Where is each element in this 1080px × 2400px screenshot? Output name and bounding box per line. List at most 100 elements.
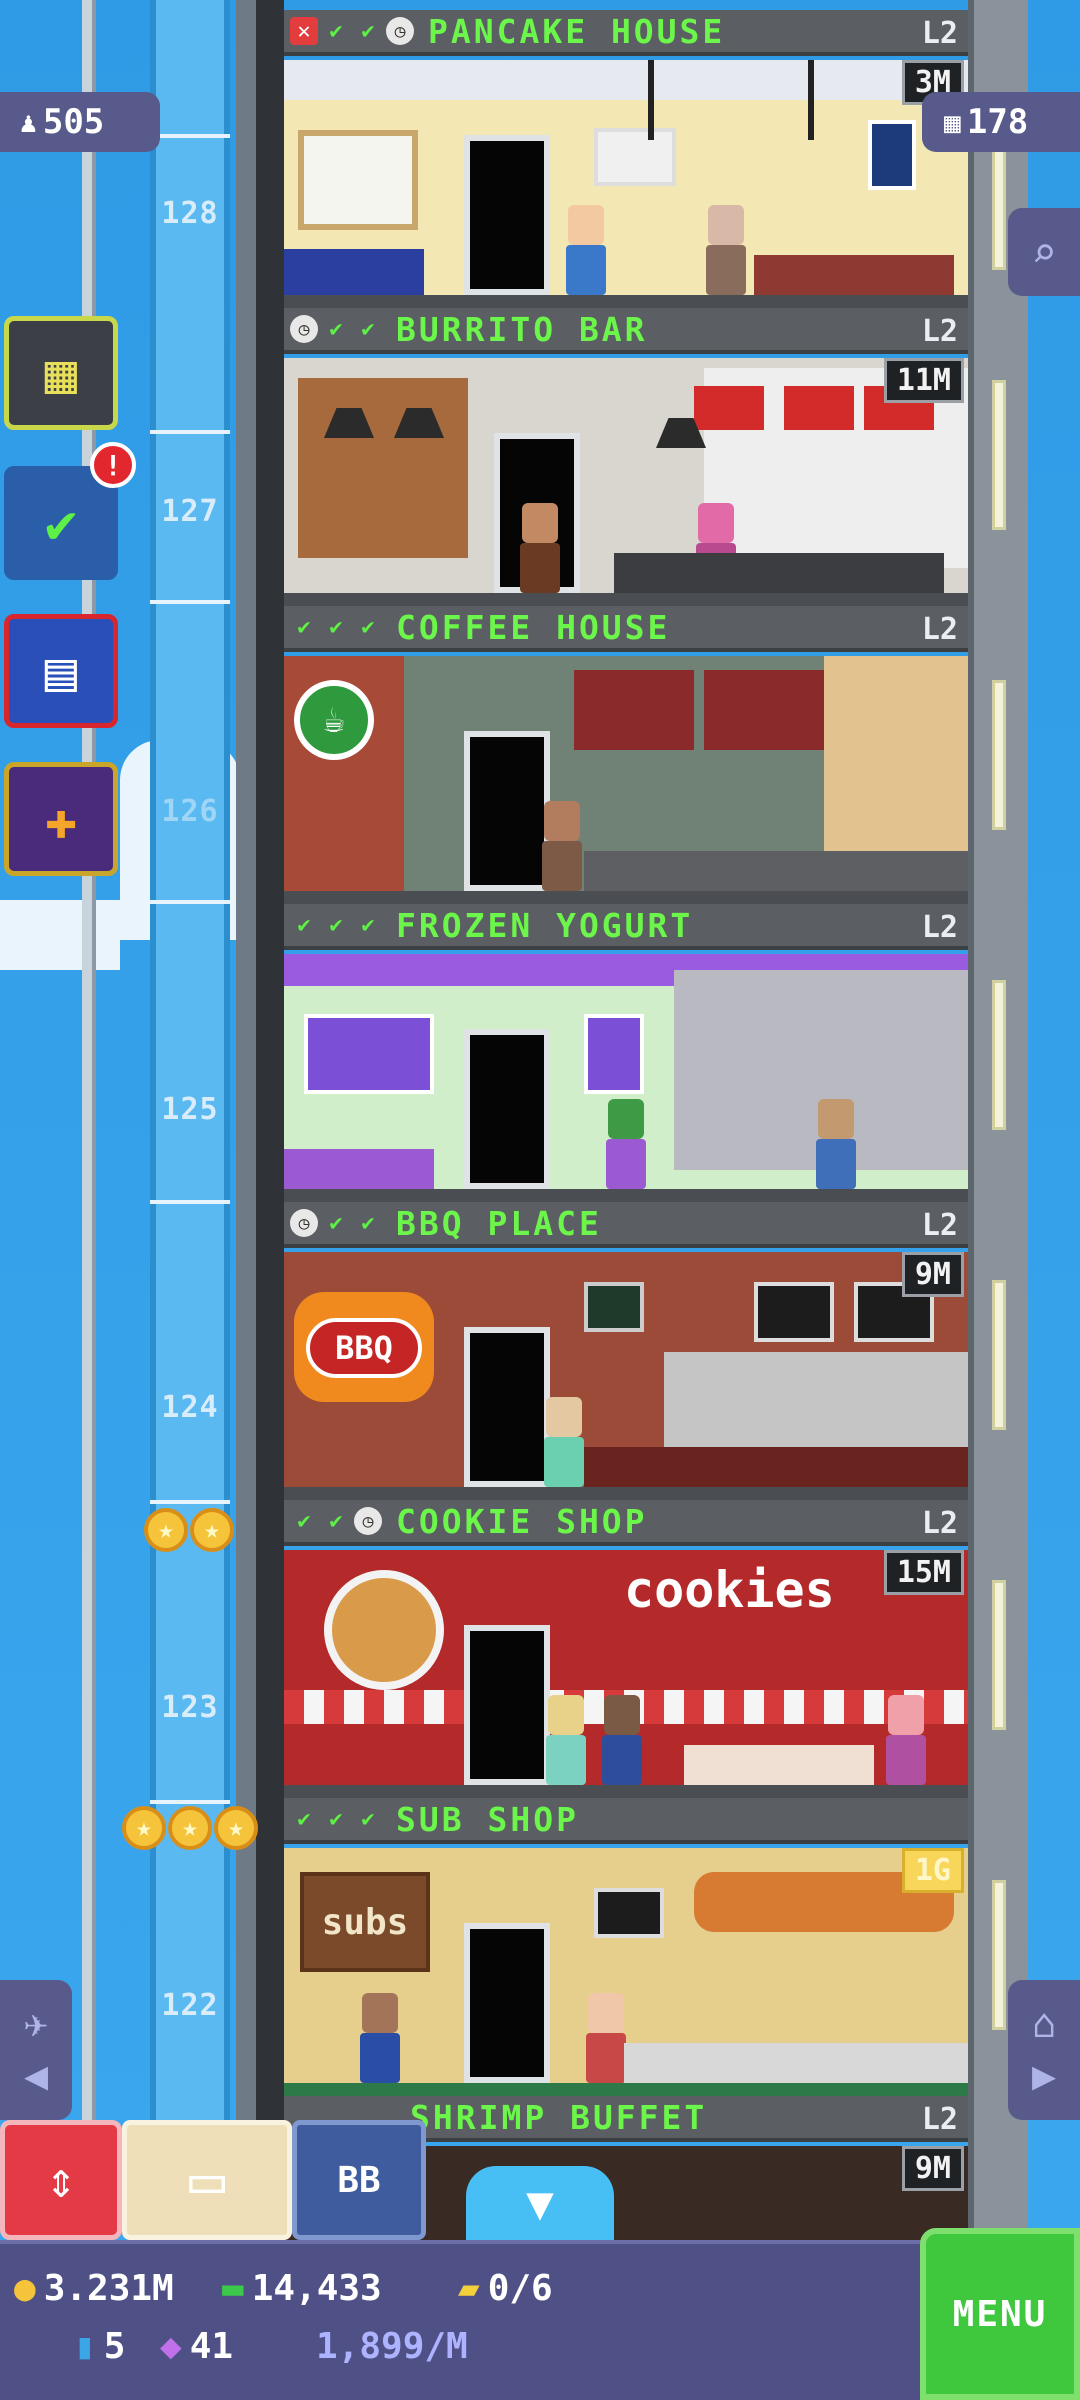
window-light	[992, 980, 1006, 1130]
visitor[interactable]	[564, 205, 608, 295]
check-icon: ✔	[329, 18, 343, 44]
floor-level: L2	[921, 1208, 958, 1243]
visitor[interactable]	[542, 1397, 586, 1487]
coins-stat[interactable]: ● 3.231M	[14, 2268, 174, 2309]
check-icon: ✔	[297, 614, 311, 640]
subs-sign: subs	[300, 1872, 430, 1972]
keys-stat[interactable]: ▮ 5	[74, 2326, 125, 2367]
floor-cookie-shop[interactable]: ✔ ✔ ◷ COOKIE SHOP L2 cookies 15M	[284, 1500, 968, 1799]
floor-frozen-yogurt[interactable]: ✔ ✔ ✔ FROZEN YOGURT L2	[284, 904, 968, 1203]
floor-coffee-house[interactable]: ✔ ✔ ✔ COFFEE HOUSE L2 ☕	[284, 606, 968, 905]
visitor[interactable]	[544, 1695, 588, 1785]
floor-name: BBQ PLACE	[396, 1203, 602, 1243]
floor-burrito-bar[interactable]: ◷ ✔ ✔ BURRITO BAR L2 11M	[284, 308, 968, 607]
visitor[interactable]	[584, 1993, 628, 2083]
check-icon: ✔	[329, 912, 343, 938]
floor-sub-shop[interactable]: ✔ ✔ ✔ SUB SHOP subs 1G	[284, 1798, 968, 2097]
box-icon: ▭	[188, 2145, 226, 2215]
floor-header: ◷ ✔ ✔ BBQ PLACE L2	[284, 1202, 968, 1248]
tickets-value: 0/6	[487, 2268, 553, 2309]
floor-counter[interactable]: ▦ 178	[922, 92, 1080, 152]
gift-button[interactable]: ✚	[4, 762, 118, 876]
calendar-button[interactable]: ▤	[4, 614, 118, 728]
close-icon: ✕	[290, 17, 318, 45]
floor-name: COFFEE HOUSE	[396, 607, 671, 647]
window-light	[992, 1280, 1006, 1430]
bitbook-button[interactable]: BB	[292, 2120, 426, 2240]
floor-level: L2	[921, 612, 958, 647]
star-coin-icon: ★	[190, 1508, 234, 1552]
check-icon: ✔	[361, 912, 375, 938]
visitor[interactable]	[600, 1695, 644, 1785]
tasks-alert-badge: !	[90, 442, 136, 488]
cloud	[0, 900, 120, 970]
tickets-stat[interactable]: ▰ 0/6	[458, 2268, 553, 2309]
floor-header: ✔ ✔ ✔ FROZEN YOGURT L2	[284, 904, 968, 950]
check-icon: ✔	[361, 1806, 375, 1832]
floor-level: L2	[921, 16, 958, 51]
check-icon: ✔	[329, 1806, 343, 1832]
elevator-button[interactable]: ⇕	[0, 2120, 122, 2240]
floor-status-icons: ✔ ✔ ✔	[290, 911, 382, 939]
bux-stat[interactable]: ▬ 14,433	[222, 2268, 382, 2309]
shaft-floor-number: 127	[161, 494, 219, 529]
door	[464, 1625, 550, 1785]
door	[464, 731, 550, 891]
floor-status-icons: ◷ ✔ ✔	[290, 315, 382, 343]
tower-wall	[256, 0, 284, 2120]
floor-header: ✕ ✔ ✔ ◷ PANCAKE HOUSE L2	[284, 10, 968, 56]
window-light	[992, 1580, 1006, 1730]
star-coin-icon: ★	[214, 1806, 258, 1850]
bux-value: 14,433	[251, 2268, 382, 2309]
bux-icon: ▬	[222, 2268, 244, 2309]
vip-stat[interactable]: ◆ 41	[160, 2326, 233, 2367]
key-icon: ▮	[74, 2326, 96, 2367]
nav-right-lobby[interactable]: ⌂ ▶	[1008, 1980, 1080, 2120]
floor-count-value: 178	[966, 102, 1029, 142]
visitor[interactable]	[540, 801, 584, 891]
person-icon: ♟	[20, 105, 37, 139]
visitor[interactable]	[604, 1099, 648, 1189]
coin-pickup[interactable]: ★ ★	[144, 1508, 234, 1552]
clock-icon: ◷	[290, 315, 318, 343]
star-coin-icon: ★	[168, 1806, 212, 1850]
income-rate: 1,899/M	[316, 2326, 468, 2367]
visitor[interactable]	[518, 503, 562, 593]
window-light	[992, 380, 1006, 530]
arrow-left-icon: ◀	[23, 2053, 49, 2099]
floor-status-icons: ✕ ✔ ✔ ◷	[290, 17, 414, 45]
bbq-sign: BBQ	[306, 1318, 422, 1378]
floor-level: L2	[921, 2102, 958, 2137]
floor-pancake-house[interactable]: ✕ ✔ ✔ ◷ PANCAKE HOUSE L2 3M	[284, 10, 968, 309]
stock-badge: 1G	[901, 1848, 964, 1893]
visitor[interactable]	[814, 1099, 858, 1189]
scroll-down-button[interactable]: ▼	[466, 2166, 614, 2240]
shaft-floor-number: 125	[161, 1092, 219, 1127]
shaft-floor-number: 128	[161, 196, 219, 231]
search-button[interactable]: ⌕	[1008, 208, 1080, 296]
visitor[interactable]	[704, 205, 748, 295]
floor-name: PANCAKE HOUSE	[428, 11, 726, 51]
shaft-floor-number: 122	[161, 1988, 219, 2023]
shaft-divider	[150, 900, 230, 904]
shaft-divider	[150, 430, 230, 434]
cookies-sign: cookies	[624, 1561, 835, 1619]
chevron-down-icon: ▼	[526, 2176, 554, 2230]
shaft-divider	[150, 134, 230, 138]
visitor[interactable]	[884, 1695, 928, 1785]
inventory-button[interactable]: ▭	[122, 2120, 292, 2240]
population-counter[interactable]: ♟ 505	[0, 92, 160, 152]
magnifier-icon: ⌕	[1031, 227, 1057, 277]
stock-badge: 15M	[883, 1550, 964, 1595]
floor-name: SUB SHOP	[396, 1799, 579, 1839]
keys-value: 5	[103, 2326, 126, 2367]
star-coin-icon: ★	[144, 1508, 188, 1552]
check-icon: ✔	[329, 614, 343, 640]
build-floor-button[interactable]: ▦	[4, 316, 118, 430]
visitor[interactable]	[358, 1993, 402, 2083]
floor-header: ✔ ✔ ✔ COFFEE HOUSE L2	[284, 606, 968, 652]
nav-left-elevator[interactable]: ✈ ◀	[0, 1980, 72, 2120]
floor-bbq-place[interactable]: ◷ ✔ ✔ BBQ PLACE L2 BBQ 9M	[284, 1202, 968, 1501]
menu-button[interactable]: MENU	[920, 2228, 1080, 2400]
coin-pickup[interactable]: ★ ★ ★	[122, 1806, 258, 1850]
